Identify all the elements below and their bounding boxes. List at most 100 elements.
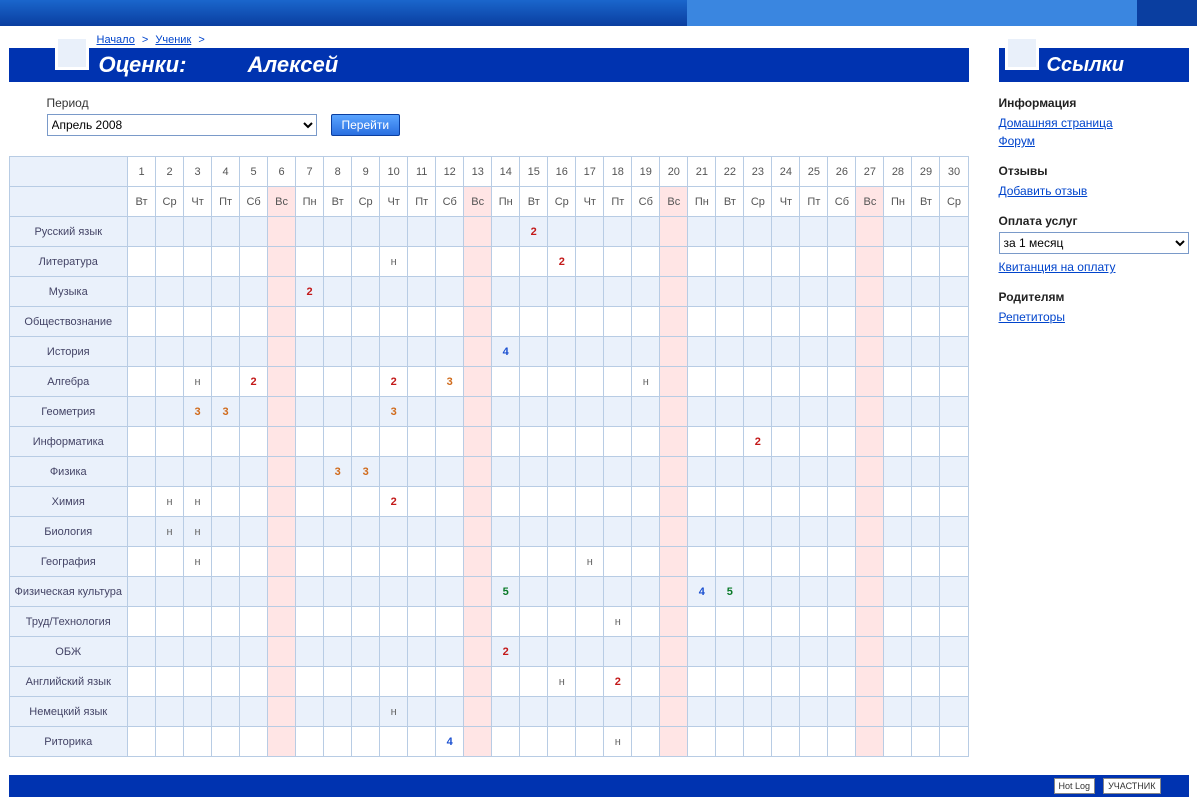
day-cell (296, 607, 324, 637)
day-cell: 5 (716, 577, 744, 607)
day-cell (604, 577, 632, 607)
day-cell (212, 367, 240, 397)
day-cell (212, 337, 240, 367)
day-cell (828, 247, 856, 277)
grade-cell: н (195, 526, 201, 538)
day-cell (548, 337, 576, 367)
day-cell (268, 697, 296, 727)
day-cell (408, 427, 436, 457)
breadcrumb-home[interactable]: Начало (97, 34, 135, 46)
day-cell (632, 547, 660, 577)
day-cell (212, 547, 240, 577)
link-tutors[interactable]: Репетиторы (999, 308, 1189, 326)
day-cell (296, 457, 324, 487)
day-cell (212, 427, 240, 457)
day-cell (352, 277, 380, 307)
day-cell (268, 367, 296, 397)
day-cell (520, 577, 548, 607)
period-select[interactable]: Апрель 2008 (47, 114, 317, 136)
footer-badge-1[interactable]: Hot Log (1054, 778, 1096, 794)
day-cell (240, 577, 268, 607)
link-forum[interactable]: Форум (999, 132, 1189, 150)
dow-header: Сб (240, 187, 268, 217)
day-cell (716, 367, 744, 397)
day-cell (660, 337, 688, 367)
day-cell (940, 277, 968, 307)
dow-header: Ср (940, 187, 968, 217)
day-cell (800, 487, 828, 517)
day-cell (912, 637, 940, 667)
day-cell (436, 397, 464, 427)
day-cell (912, 397, 940, 427)
day-cell (240, 517, 268, 547)
day-cell (576, 217, 604, 247)
day-cell (464, 397, 492, 427)
day-cell (576, 457, 604, 487)
dow-header: Пн (688, 187, 716, 217)
day-cell (744, 367, 772, 397)
dow-header: Чт (380, 187, 408, 217)
grade-cell: 5 (727, 586, 733, 598)
day-cell (268, 547, 296, 577)
day-cell (436, 637, 464, 667)
day-num-header: 5 (240, 157, 268, 187)
day-cell (464, 697, 492, 727)
day-cell: 4 (436, 727, 464, 757)
day-cell (800, 217, 828, 247)
pay-duration-select[interactable]: за 1 месяц (999, 232, 1189, 254)
day-cell (688, 637, 716, 667)
day-cell (436, 487, 464, 517)
day-cell (688, 427, 716, 457)
subject-name: Труд/Технология (9, 607, 128, 637)
day-cell (128, 247, 156, 277)
day-cell (576, 517, 604, 547)
day-cell (744, 697, 772, 727)
day-cell (632, 277, 660, 307)
day-cell (296, 427, 324, 457)
day-cell (324, 577, 352, 607)
day-cell (128, 217, 156, 247)
day-cell (940, 547, 968, 577)
link-invoice[interactable]: Квитанция на оплату (999, 258, 1189, 276)
day-cell (268, 337, 296, 367)
go-button[interactable]: Перейти (331, 114, 401, 136)
footer-badge-2[interactable]: УЧАСТНИК (1103, 778, 1160, 794)
day-num-header: 13 (464, 157, 492, 187)
day-cell (660, 487, 688, 517)
dow-header: Ср (156, 187, 184, 217)
page-title-bar: Оценки: Алексей (9, 48, 969, 82)
grade-cell: н (615, 616, 621, 628)
day-cell (688, 277, 716, 307)
subject-name: Физическая культура (9, 577, 128, 607)
day-cell (520, 427, 548, 457)
grade-cell: 2 (391, 496, 397, 508)
breadcrumb-student[interactable]: Ученик (155, 34, 191, 46)
day-cell (660, 277, 688, 307)
day-num-header: 8 (324, 157, 352, 187)
day-cell (240, 607, 268, 637)
day-cell (940, 247, 968, 277)
day-cell (492, 277, 520, 307)
day-cell (156, 247, 184, 277)
link-homepage[interactable]: Домашняя страница (999, 114, 1189, 132)
day-cell (492, 487, 520, 517)
day-cell (884, 427, 912, 457)
day-cell (660, 727, 688, 757)
day-cell (716, 547, 744, 577)
day-cell (548, 427, 576, 457)
day-cell (464, 667, 492, 697)
day-cell (744, 487, 772, 517)
day-cell: н (548, 667, 576, 697)
day-cell (240, 457, 268, 487)
table-row: Химиянн2 (9, 487, 968, 517)
day-cell: н (184, 547, 212, 577)
day-cell: 2 (240, 367, 268, 397)
day-cell (436, 307, 464, 337)
grade-cell: 4 (503, 346, 509, 358)
day-cell (156, 337, 184, 367)
day-cell (296, 217, 324, 247)
day-cell (324, 607, 352, 637)
day-cell (548, 487, 576, 517)
day-cell (520, 727, 548, 757)
link-add-review[interactable]: Добавить отзыв (999, 182, 1189, 200)
